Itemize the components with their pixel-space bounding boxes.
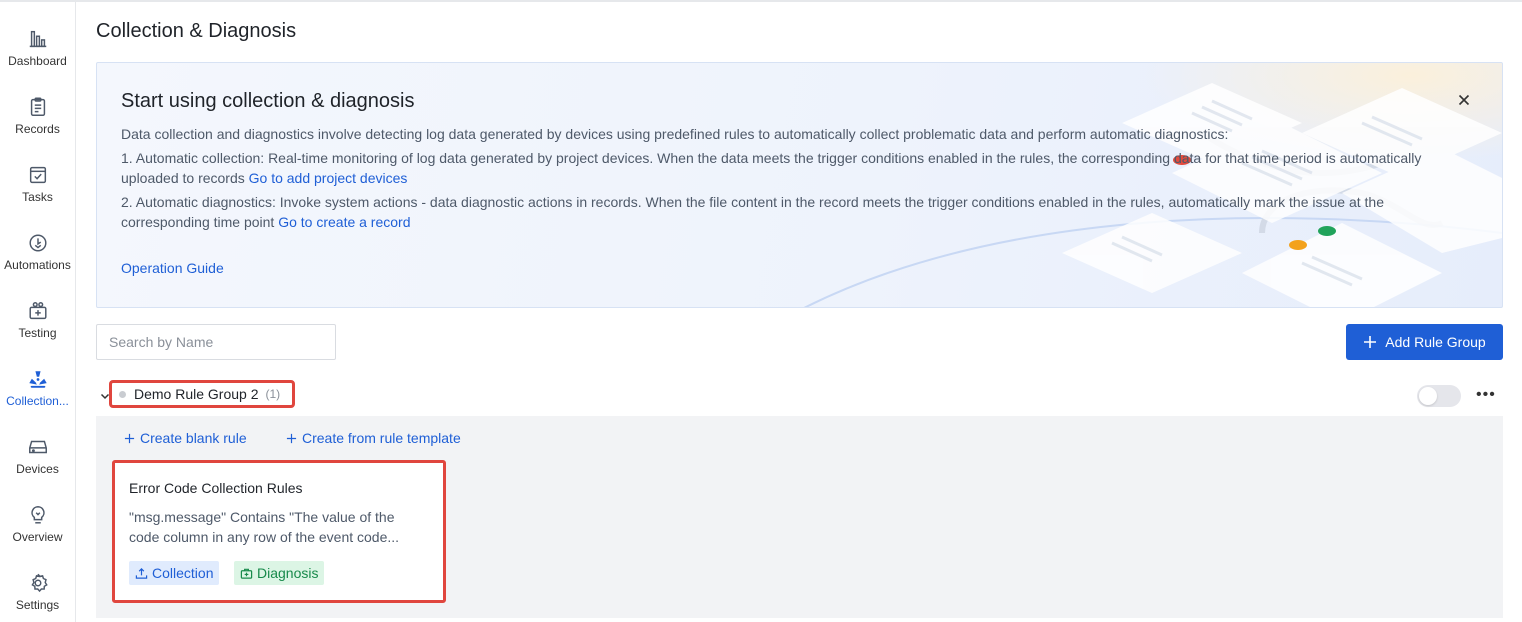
banner-intro: Data collection and diagnostics involve …	[121, 126, 1229, 142]
create-from-template-label: Create from rule template	[302, 430, 461, 446]
automation-icon	[28, 234, 47, 252]
medical-kit-icon	[240, 568, 253, 579]
close-icon[interactable]	[1456, 92, 1472, 108]
sidebar-item-label: Settings	[15, 598, 60, 612]
plus-icon	[286, 433, 297, 443]
sidebar-item-devices[interactable]: Devices	[0, 422, 75, 482]
rule-description: "msg.message" Contains "The value of the…	[129, 509, 400, 545]
diagnosis-tag: Diagnosis	[234, 561, 325, 585]
plus-icon	[1364, 336, 1377, 348]
sidebar-item-testing[interactable]: Testing	[0, 286, 75, 346]
device-icon	[28, 440, 47, 454]
sidebar-item-label: Tasks	[22, 190, 53, 204]
collection-tag-label: Collection	[152, 565, 214, 581]
rule-group-toggle[interactable]	[1417, 385, 1461, 407]
sidebar-item-label: Records	[15, 122, 60, 136]
page-title: Collection & Diagnosis	[96, 20, 297, 42]
sidebar-item-label: Dashboard	[8, 54, 67, 68]
create-record-link[interactable]: Go to create a record	[278, 214, 410, 230]
rule-group-title[interactable]: Demo Rule Group 2 (1)	[109, 380, 295, 408]
rule-group-header: Demo Rule Group 2 (1) •••	[96, 378, 1503, 416]
status-dot	[119, 390, 126, 398]
add-project-devices-link[interactable]: Go to add project devices	[249, 170, 408, 186]
banner-title: Start using collection & diagnosis	[121, 90, 415, 112]
gear-icon	[30, 573, 48, 593]
more-options-icon[interactable]: •••	[1476, 386, 1495, 404]
sidebar-item-tasks[interactable]: Tasks	[0, 150, 75, 210]
sidebar-item-overview[interactable]: Overview	[0, 490, 75, 550]
banner-item-diagnostics: 2. Automatic diagnostics: Invoke system …	[121, 192, 1451, 232]
bar-chart-icon	[29, 30, 46, 48]
radiation-icon	[28, 371, 47, 388]
rule-group-body: Create blank rule Create from rule templ…	[96, 416, 1503, 618]
create-blank-rule-button[interactable]: Create blank rule	[124, 430, 247, 446]
sidebar-item-label: Automations	[4, 258, 71, 272]
lightbulb-icon	[30, 506, 45, 524]
operation-guide-link[interactable]: Operation Guide	[121, 260, 224, 276]
sidebar-item-label: Overview	[12, 530, 63, 544]
clipboard-icon	[30, 97, 45, 116]
search-input[interactable]	[96, 324, 336, 360]
add-rule-group-button[interactable]: Add Rule Group	[1346, 324, 1503, 360]
banner-item-collection: 1. Automatic collection: Real-time monit…	[121, 148, 1451, 188]
collection-tag: Collection	[129, 561, 220, 585]
rule-group-name: Demo Rule Group 2	[134, 386, 259, 402]
sidebar-item-records[interactable]: Records	[0, 82, 75, 142]
create-from-template-button[interactable]: Create from rule template	[286, 430, 461, 446]
sidebar-item-automations[interactable]: Automations	[0, 218, 75, 278]
sidebar-item-label: Devices	[16, 462, 59, 476]
add-rule-group-label: Add Rule Group	[1385, 334, 1486, 350]
sidebar-item-dashboard[interactable]: Dashboard	[0, 14, 75, 74]
sidebar-item-label: Testing	[18, 326, 57, 340]
testing-kit-icon	[28, 302, 47, 320]
create-blank-rule-label: Create blank rule	[140, 430, 247, 446]
upload-tray-icon	[135, 567, 148, 579]
sidebar-item-label: Collection...	[6, 394, 69, 408]
intro-banner: Start using collection & diagnosis Data …	[96, 62, 1503, 308]
diagnosis-tag-label: Diagnosis	[257, 565, 319, 581]
rule-title: Error Code Collection Rules	[129, 480, 303, 496]
plus-icon	[124, 433, 135, 443]
task-check-icon	[29, 166, 46, 184]
sidebar-nav: Dashboard Records Tasks Automations Test…	[0, 2, 76, 622]
rule-card[interactable]: Error Code Collection Rules "msg.message…	[112, 460, 446, 603]
sidebar-item-settings[interactable]: Settings	[0, 558, 75, 618]
sidebar-item-collection[interactable]: Collection...	[0, 354, 75, 414]
rule-count-badge: (1)	[265, 387, 281, 401]
